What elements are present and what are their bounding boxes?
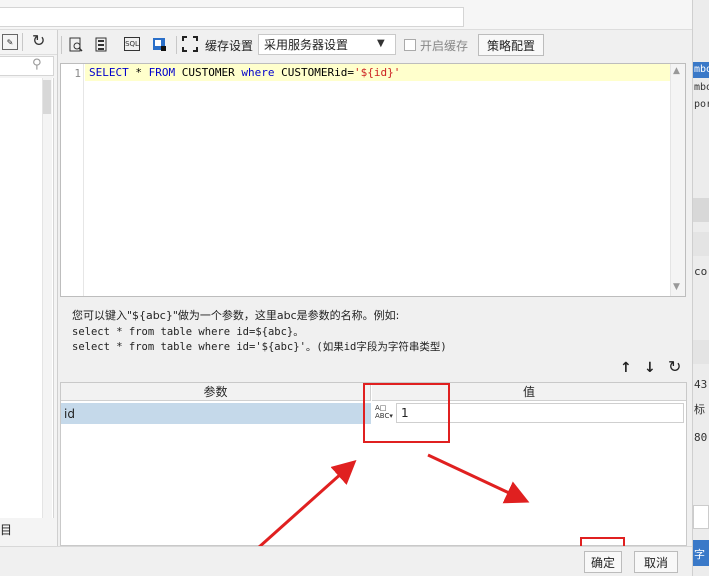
bg-section [693, 340, 709, 364]
fullscreen-icon[interactable] [182, 36, 198, 52]
bg-text-1: mbo [694, 64, 709, 75]
arrow-to-value [257, 460, 357, 550]
bg-text-7: 80 [694, 431, 708, 444]
scroll-down-icon[interactable]: ▼ [673, 282, 680, 292]
database-icon[interactable] [93, 36, 109, 52]
bg-section [693, 198, 709, 222]
left-search-input[interactable]: ⚲ [0, 56, 54, 76]
cache-mode-select[interactable]: 采用服务器设置 [258, 34, 396, 55]
bg-text-3: por [694, 99, 709, 110]
enable-cache-checkbox[interactable] [404, 39, 416, 51]
sql-token-plain: * [128, 66, 149, 79]
refresh-icon[interactable]: ↻ [32, 31, 45, 50]
preview-icon[interactable] [68, 36, 84, 52]
sql-token-keyword: where [241, 66, 275, 79]
table-row-param[interactable]: id [61, 403, 371, 424]
refresh-params-icon[interactable]: ↻ [668, 357, 681, 376]
left-toolbar: ✎ ↻ [0, 31, 57, 55]
toolbar-divider [22, 33, 23, 51]
bg-text-8: 字 [694, 548, 705, 561]
bg-text-2: mbo [694, 82, 709, 93]
bg-text-4: cor [694, 265, 709, 278]
cancel-button[interactable]: 取消 [634, 551, 678, 573]
bg-section [693, 232, 709, 256]
param-hint-line3: select * from table where id='${abc}'。(如… [72, 341, 447, 353]
arrow-to-ok [427, 453, 530, 504]
scroll-up-icon[interactable]: ▲ [673, 66, 680, 76]
sql-editor[interactable] [60, 63, 686, 297]
bg-text-5: 43 [694, 378, 708, 391]
ok-button-label: 确定 [590, 555, 615, 570]
annotation-highlight-box [363, 383, 450, 443]
sql-icon[interactable]: SQL [124, 37, 140, 51]
edit-icon[interactable]: ✎ [2, 34, 18, 50]
strategy-config-label: 策略配置 [486, 38, 535, 53]
enable-cache-label: 开启缓存 [420, 39, 469, 53]
left-scroll-thumb[interactable] [43, 80, 51, 114]
annotation-arrows [257, 453, 530, 550]
strategy-config-button[interactable]: 策略配置 [478, 34, 544, 56]
search-icon[interactable]: ⚲ [32, 57, 42, 72]
line-number: 1 [74, 67, 81, 80]
ok-button[interactable]: 确定 [584, 551, 622, 573]
chevron-down-icon[interactable]: ▼ [377, 38, 385, 49]
toolbar-divider [176, 36, 177, 54]
param-hint-line2: select * from table where id=${abc}。 [72, 326, 304, 338]
value-header-label: 值 [522, 385, 535, 399]
sql-token-keyword: SELECT [89, 66, 129, 79]
sql-token-plain: CUSTOMERid= [274, 66, 354, 79]
param-header-label: 参数 [203, 385, 228, 399]
move-up-icon[interactable]: ↑ [620, 360, 632, 376]
move-down-icon[interactable]: ↓ [644, 360, 656, 376]
bg-text-6: 标 [694, 403, 705, 416]
cancel-button-label: 取消 [643, 555, 668, 570]
line-gutter [61, 64, 84, 296]
sql-token-string: '${id}' [353, 66, 401, 79]
param-name-cell: id [64, 406, 75, 421]
sql-token-plain: CUSTOMER [175, 66, 242, 79]
left-bottom-label: 目 [0, 523, 13, 537]
export-icon[interactable] [151, 36, 167, 52]
cache-settings-label: 缓存设置 [205, 39, 254, 53]
left-scrollbar[interactable] [42, 78, 52, 518]
toolbar-divider [61, 36, 62, 54]
param-hint-line1: 您可以键入"${abc}"做为一个参数，这里abc是参数的名称。例如: [72, 309, 400, 322]
editor-scrollbar[interactable] [670, 64, 685, 296]
sql-code-line[interactable]: SELECT * FROM CUSTOMER where CUSTOMERid=… [89, 66, 400, 79]
param-header: 参数 [61, 383, 371, 401]
cache-mode-value: 采用服务器设置 [264, 38, 349, 52]
bg-input [693, 505, 709, 529]
sql-token-keyword: FROM [148, 66, 176, 79]
top-name-field[interactable] [0, 7, 464, 27]
